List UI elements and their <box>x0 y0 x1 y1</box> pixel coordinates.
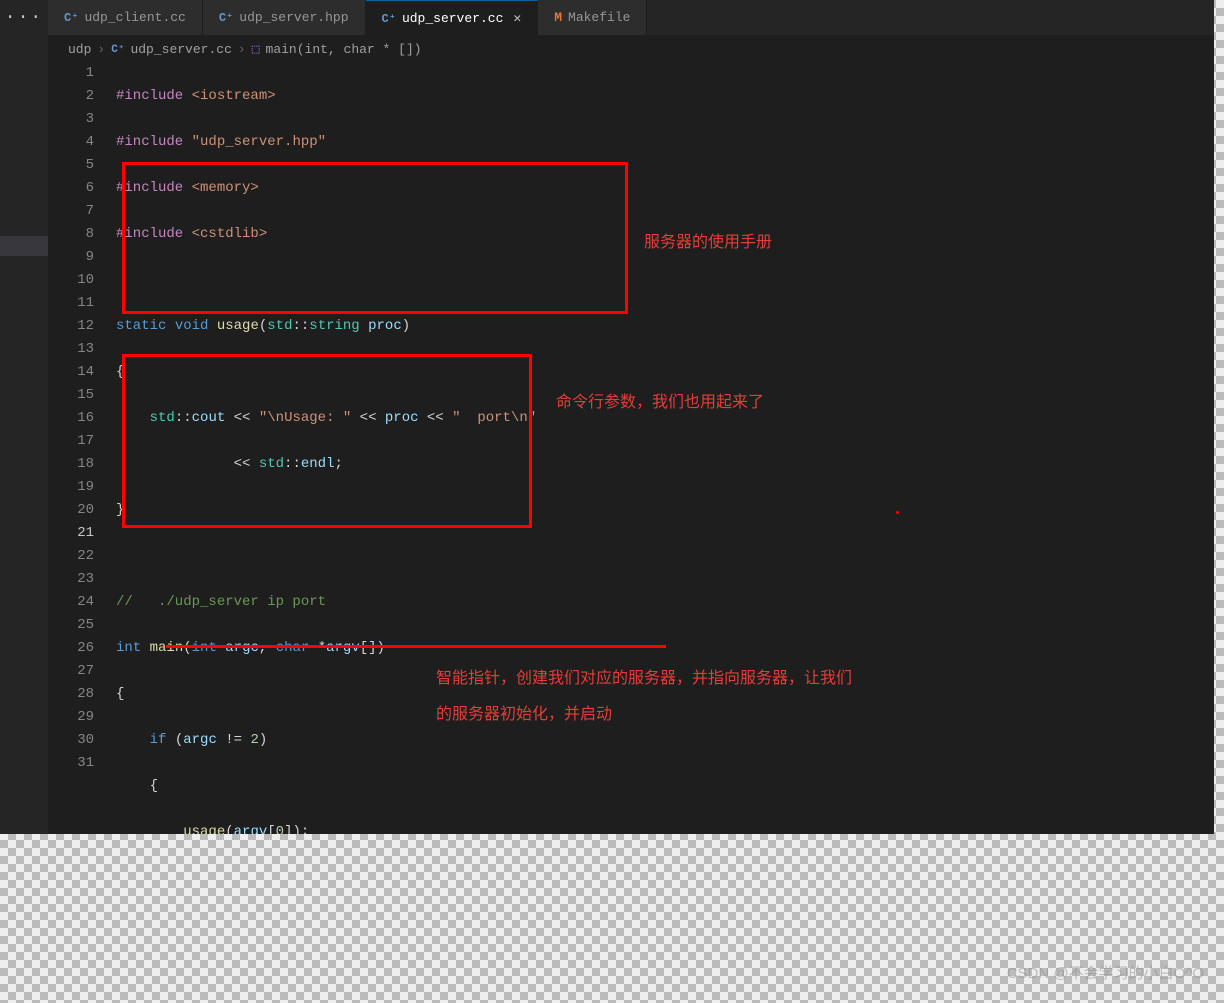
tab-label: Makefile <box>568 10 630 25</box>
makefile-icon: M <box>554 10 562 25</box>
code-editor[interactable]: 12345 678910 1112131415 1617181920 21222… <box>48 62 1214 834</box>
cpp-icon: C⁺ <box>64 10 78 25</box>
activity-marker <box>0 236 48 256</box>
breadcrumb-symbol[interactable]: main(int, char * []) <box>266 42 422 57</box>
annotation-text-2: 命令行参数，我们也用起来了 <box>556 388 764 412</box>
breadcrumb-file[interactable]: udp_server.cc <box>130 42 231 57</box>
line-numbers: 12345 678910 1112131415 1617181920 21222… <box>48 62 112 834</box>
annotation-dot <box>896 511 899 514</box>
tab-label: udp_client.cc <box>84 10 185 25</box>
annotation-text-4: 的服务器初始化，并启动 <box>436 700 612 724</box>
activity-bar: ··· <box>0 0 48 834</box>
annotation-text-1: 服务器的使用手册 <box>644 228 772 252</box>
tab-udp-server-cc[interactable]: C⁺ udp_server.cc ✕ <box>366 0 539 35</box>
chevron-right-icon: › <box>238 42 246 57</box>
code-content[interactable]: #include <iostream> #include "udp_server… <box>112 62 1214 834</box>
tab-bar: C⁺ udp_client.cc C⁺ udp_server.hpp C⁺ ud… <box>48 0 1214 36</box>
cpp-icon: C⁺ <box>382 11 396 26</box>
editor-group: C⁺ udp_client.cc C⁺ udp_server.hpp C⁺ ud… <box>48 0 1214 834</box>
cpp-icon: C⁺ <box>111 42 124 56</box>
close-icon[interactable]: ✕ <box>513 11 521 26</box>
cpp-icon: C⁺ <box>219 10 233 25</box>
breadcrumb-folder[interactable]: udp <box>68 42 91 57</box>
vscode-window: ··· C⁺ udp_client.cc C⁺ udp_server.hpp C… <box>0 0 1214 834</box>
annotation-text-3: 智能指针，创建我们对应的服务器，并指向服务器，让我们 <box>436 664 852 688</box>
tab-label: udp_server.hpp <box>239 10 348 25</box>
breadcrumb[interactable]: udp › C⁺ udp_server.cc › ⬚ main(int, cha… <box>48 36 1214 62</box>
symbol-method-icon: ⬚ <box>252 42 260 57</box>
tab-label: udp_server.cc <box>402 11 503 26</box>
watermark: CSDN @不会学习的小白O^O <box>1007 962 1204 983</box>
tab-makefile[interactable]: M Makefile <box>538 0 647 35</box>
tab-udp-server-hpp[interactable]: C⁺ udp_server.hpp <box>203 0 366 35</box>
tab-udp-client[interactable]: C⁺ udp_client.cc <box>48 0 203 35</box>
more-icon[interactable]: ··· <box>0 0 48 36</box>
chevron-right-icon: › <box>97 42 105 57</box>
